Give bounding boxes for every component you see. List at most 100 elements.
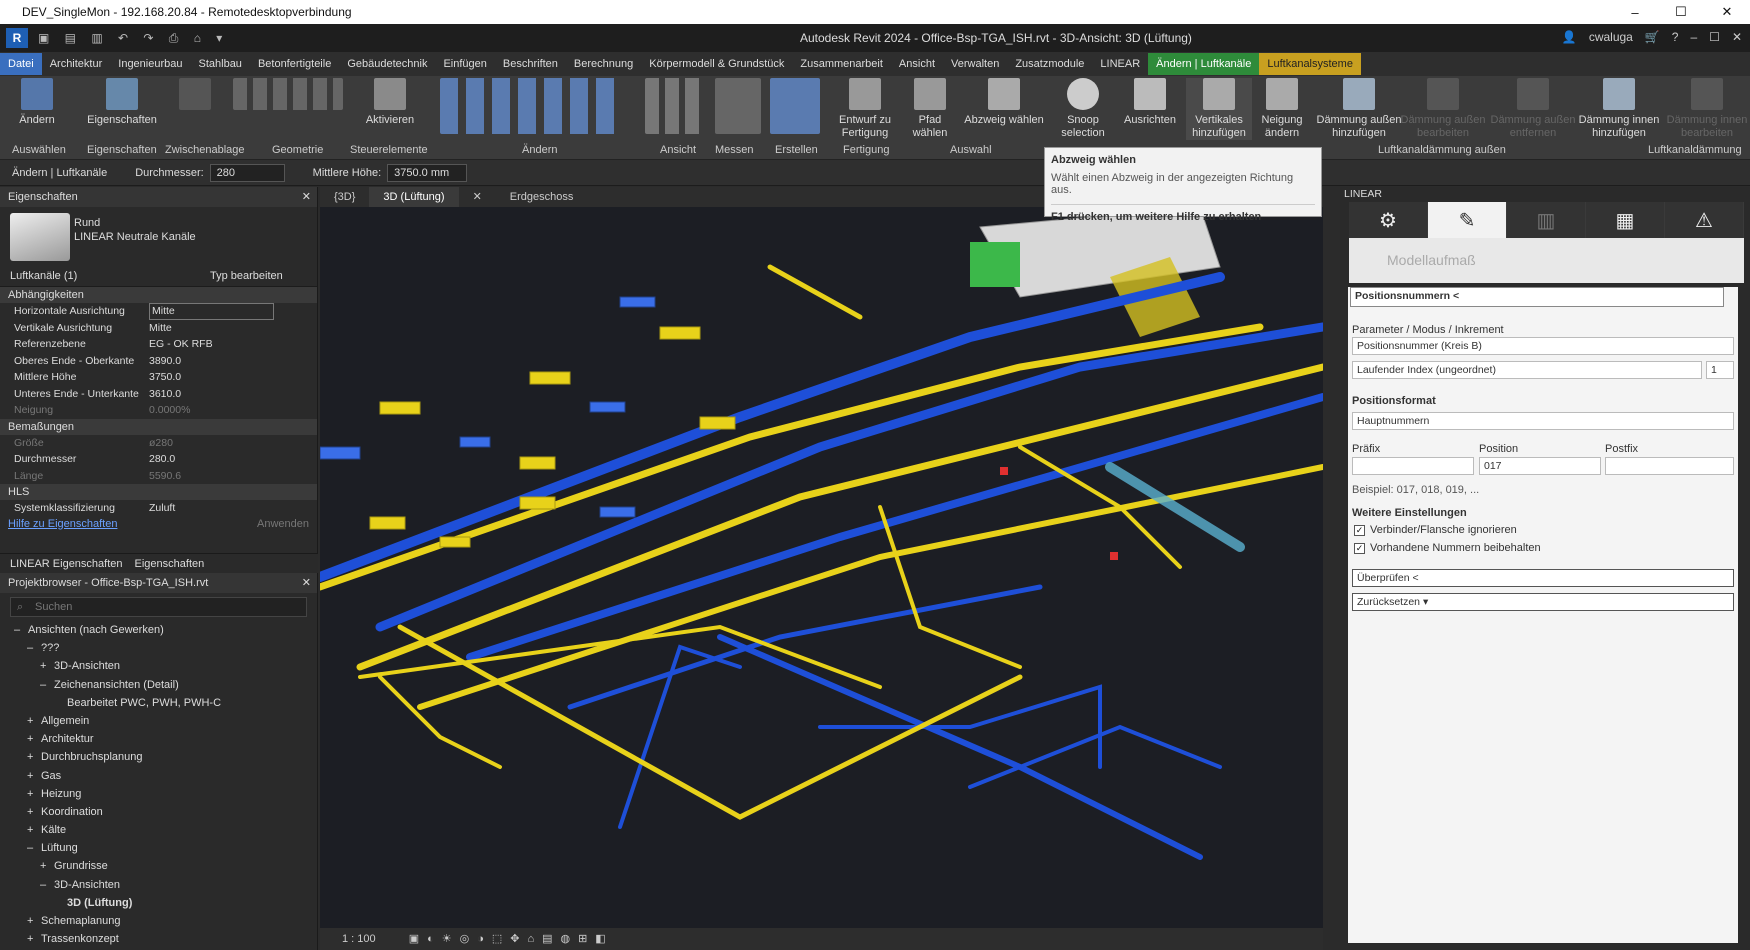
property-value[interactable]: Zuluft [149,500,175,517]
browser-tree-item[interactable]: + Schemaplanung [0,912,317,930]
panel-title[interactable]: Positionsnummern < [1350,287,1724,307]
clipboard-icon[interactable] [170,78,220,114]
property-row[interactable]: Systemklassifizierung Zuluft [0,500,317,517]
increment-field[interactable]: 1 [1706,361,1734,379]
property-row[interactable]: Länge 5590.6 [0,468,317,485]
remove-outer-insulation-button[interactable]: Dämmung außen entfernen [1490,78,1576,140]
format-dropdown[interactable]: Hauptnummern [1352,412,1734,430]
browser-tree-item[interactable]: –??? [0,639,317,657]
fabrication-button[interactable]: Entwurf zu Fertigung [830,78,900,140]
ribbon-tab[interactable]: Zusatzmodule [1007,53,1092,75]
ribbon-tab[interactable]: Gebäudetechnik [339,53,435,75]
browser-tree-item[interactable]: + Heizung [0,785,317,803]
browser-tree-item[interactable]: + Kälte [0,821,317,839]
ribbon-tab[interactable]: Ändern | Luftkanäle [1148,53,1260,75]
param-dropdown[interactable]: Positionsnummer (Kreis B) [1352,337,1734,355]
warning-icon[interactable]: ⚠ [1665,202,1744,238]
ribbon-tab[interactable]: Körpermodell & Grundstück [641,53,792,75]
close-icon[interactable]: ✕ [302,187,311,207]
expand-icon[interactable]: – [27,639,41,657]
reset-button[interactable]: Zurücksetzen ▾ [1352,593,1734,611]
maximize-button[interactable]: ☐ [1658,0,1704,24]
browser-tree-item[interactable]: Bearbeitet PWC, PWH, PWH-C [0,694,317,712]
activate-button[interactable]: Aktivieren [360,78,420,127]
ribbon-tab[interactable]: Zusammenarbeit [792,53,891,75]
ribbon-tab[interactable]: Stahlbau [191,53,250,75]
close-button[interactable]: ✕ [1704,0,1750,24]
browser-tree-item[interactable]: + Grundrisse [0,857,317,875]
scale-label[interactable]: 1 : 100 [342,933,376,945]
edit-type-button[interactable]: Typ bearbeiten [210,270,283,282]
quick-access-toolbar[interactable]: ▣ ▤ ▥ ↶ ↷ ⎙ ⌂ ▾ [38,31,228,46]
sliders-icon[interactable]: ⚙ [1349,202,1428,238]
expand-icon[interactable]: + [27,767,41,785]
property-row[interactable]: Vertikale Ausrichtung Mitte [0,320,317,337]
expand-icon[interactable]: – [14,621,28,639]
property-value[interactable]: 5590.6 [149,468,181,485]
expand-icon[interactable]: + [40,857,54,875]
edit-inner-insulation-button[interactable]: Dämmung innen bearbeiten [1664,78,1750,140]
browser-tree-item[interactable]: +3D-Ansichten [0,657,317,675]
property-value[interactable]: 3750.0 [149,369,181,386]
create-tools[interactable] [765,78,825,138]
postfix-field[interactable] [1605,457,1734,475]
add-outer-insulation-button[interactable]: Dämmung außen hinzufügen [1316,78,1402,140]
expand-icon[interactable]: + [40,657,54,675]
properties-button[interactable]: Eigenschaften [82,78,162,127]
height-field[interactable]: 3750.0 mm [387,163,468,182]
property-section-header[interactable]: Bemaßungen [0,418,317,435]
property-section-header[interactable]: Abhängigkeiten [0,287,317,303]
property-value[interactable]: Mitte [149,320,172,337]
property-value[interactable]: 280.0 [149,451,175,468]
apply-button[interactable]: Anwenden [257,517,309,531]
browser-tree-item[interactable]: + Trassenkonzept [0,930,317,948]
check-button[interactable]: Überprüfen < [1352,569,1734,587]
property-row[interactable]: Referenzebene EG - OK RFB [0,336,317,353]
tab-linear-properties[interactable]: LINEAR Eigenschaften [10,558,123,570]
expand-icon[interactable]: + [27,730,41,748]
expand-icon[interactable]: + [27,803,41,821]
browser-search-input[interactable]: ⌕ Suchen [10,597,307,617]
browser-tree-item[interactable]: + Durchbruchsplanung [0,748,317,766]
browser-tree-item[interactable]: + Architektur [0,730,317,748]
tab-3d-lueftung[interactable]: 3D (Lüftung) [369,187,459,207]
user-icon[interactable]: 👤 [1562,30,1577,44]
browser-tree-item[interactable]: + Gas [0,767,317,785]
ribbon-tab[interactable]: Berechnung [566,53,641,75]
win-max-icon[interactable]: ☐ [1709,30,1720,44]
help-link[interactable]: Hilfe zu Eigenschaften [8,517,117,531]
add-inner-insulation-button[interactable]: Dämmung innen hinzufügen [1576,78,1662,140]
property-row[interactable]: Unteres Ende - Unterkante 3610.0 [0,386,317,403]
property-value[interactable]: EG - OK RFB [149,336,213,353]
browser-tree-item[interactable]: + Allgemein [0,712,317,730]
ribbon-tab[interactable]: Luftkanalsysteme [1259,53,1361,75]
expand-icon[interactable]: + [27,712,41,730]
building-icon[interactable]: ▥ [1507,202,1586,238]
view-control-icons[interactable]: ▣◐☀◎◑⬚✥⌂▤◍⊞◧ [409,933,614,945]
modify-button[interactable]: Ändern [12,78,62,127]
property-row[interactable]: Größe ø280 [0,435,317,452]
browser-tree-item[interactable]: – Ansichten (nach Gewerken) [0,621,317,639]
property-value[interactable]: 3890.0 [149,353,181,370]
change-slope-button[interactable]: Neigung ändern [1254,78,1310,140]
keep-numbers-checkbox[interactable]: ✓ [1354,543,1365,554]
cart-icon[interactable]: 🛒 [1645,30,1660,44]
ribbon-tab[interactable]: Beschriften [495,53,566,75]
win-min-icon[interactable]: – [1690,30,1697,44]
modify-tools[interactable] [435,78,625,138]
ribbon-tab[interactable]: Ansicht [891,53,943,75]
property-row[interactable]: Oberes Ende - Oberkante 3890.0 [0,353,317,370]
ribbon-tab[interactable]: Einfügen [435,53,494,75]
edit-outer-insulation-button[interactable]: Dämmung außen bearbeiten [1400,78,1486,140]
expand-icon[interactable]: + [27,930,41,948]
prefix-field[interactable] [1352,457,1474,475]
property-row[interactable]: Horizontale Ausrichtung Mitte [0,303,317,320]
tab-3d[interactable]: {3D} [320,187,369,207]
align-button[interactable]: Ausrichten [1120,78,1180,127]
diameter-field[interactable]: 280 [209,163,285,182]
pencil-icon[interactable]: ✎ [1428,202,1507,238]
tab-properties[interactable]: Eigenschaften [135,558,205,570]
expand-icon[interactable]: + [27,912,41,930]
ribbon-tab[interactable]: Ingenieurbau [110,53,190,75]
ribbon-tab[interactable]: Verwalten [943,53,1007,75]
